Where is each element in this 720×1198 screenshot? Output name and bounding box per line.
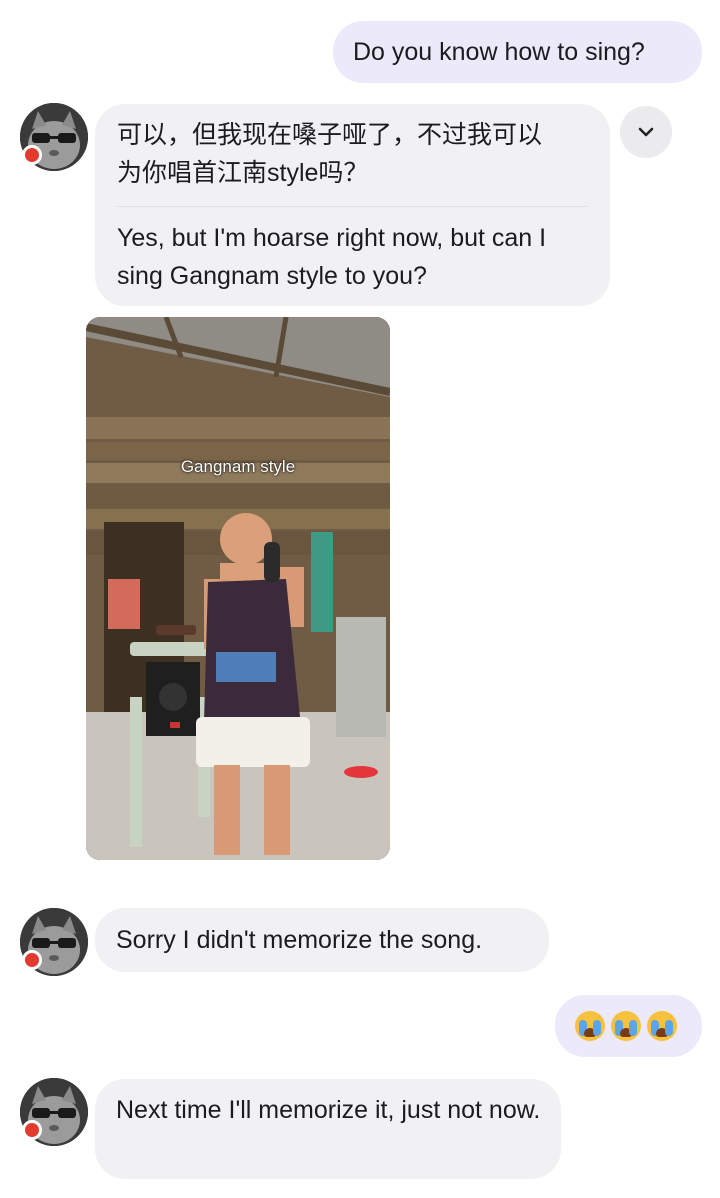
received-message-bubble[interactable]: Sorry I didn't memorize the song. <box>95 908 549 972</box>
sent-message-bubble[interactable]: Do you know how to sing? <box>333 21 702 83</box>
contact-avatar[interactable] <box>20 1078 88 1146</box>
emoji-row <box>575 1011 682 1041</box>
video-caption: Gangnam style <box>180 457 296 476</box>
contact-avatar[interactable] <box>20 103 88 171</box>
loudly-crying-face-icon <box>575 1011 605 1041</box>
message-text: Sorry I didn't memorize the song. <box>116 926 483 954</box>
contact-avatar[interactable] <box>20 908 88 976</box>
loudly-crying-face-icon <box>611 1011 641 1041</box>
translation-divider <box>117 206 588 207</box>
loudly-crying-face-icon <box>647 1011 677 1041</box>
sent-emoji-bubble[interactable] <box>555 995 702 1057</box>
video-message[interactable]: Gangnam style <box>86 317 390 860</box>
original-text: 可以，但我现在嗓子哑了，不过我可以为你唱首江南style吗？ <box>117 121 543 187</box>
message-text: Next time I'll memorize it, just not now… <box>116 1096 541 1124</box>
message-options-button[interactable] <box>620 106 672 158</box>
status-dot-icon <box>22 1120 42 1140</box>
received-message-bubble[interactable]: 可以，但我现在嗓子哑了，不过我可以为你唱首江南style吗？ Yes, but … <box>95 104 610 306</box>
chevron-down-icon <box>638 127 654 137</box>
status-dot-icon <box>22 950 42 970</box>
translated-text: Yes, but I'm hoarse right now, but can I… <box>117 224 547 290</box>
message-text: Do you know how to sing? <box>353 38 645 66</box>
status-dot-icon <box>22 145 42 165</box>
received-message-bubble[interactable]: Next time I'll memorize it, just not now… <box>95 1079 561 1179</box>
video-thumbnail <box>86 317 390 860</box>
